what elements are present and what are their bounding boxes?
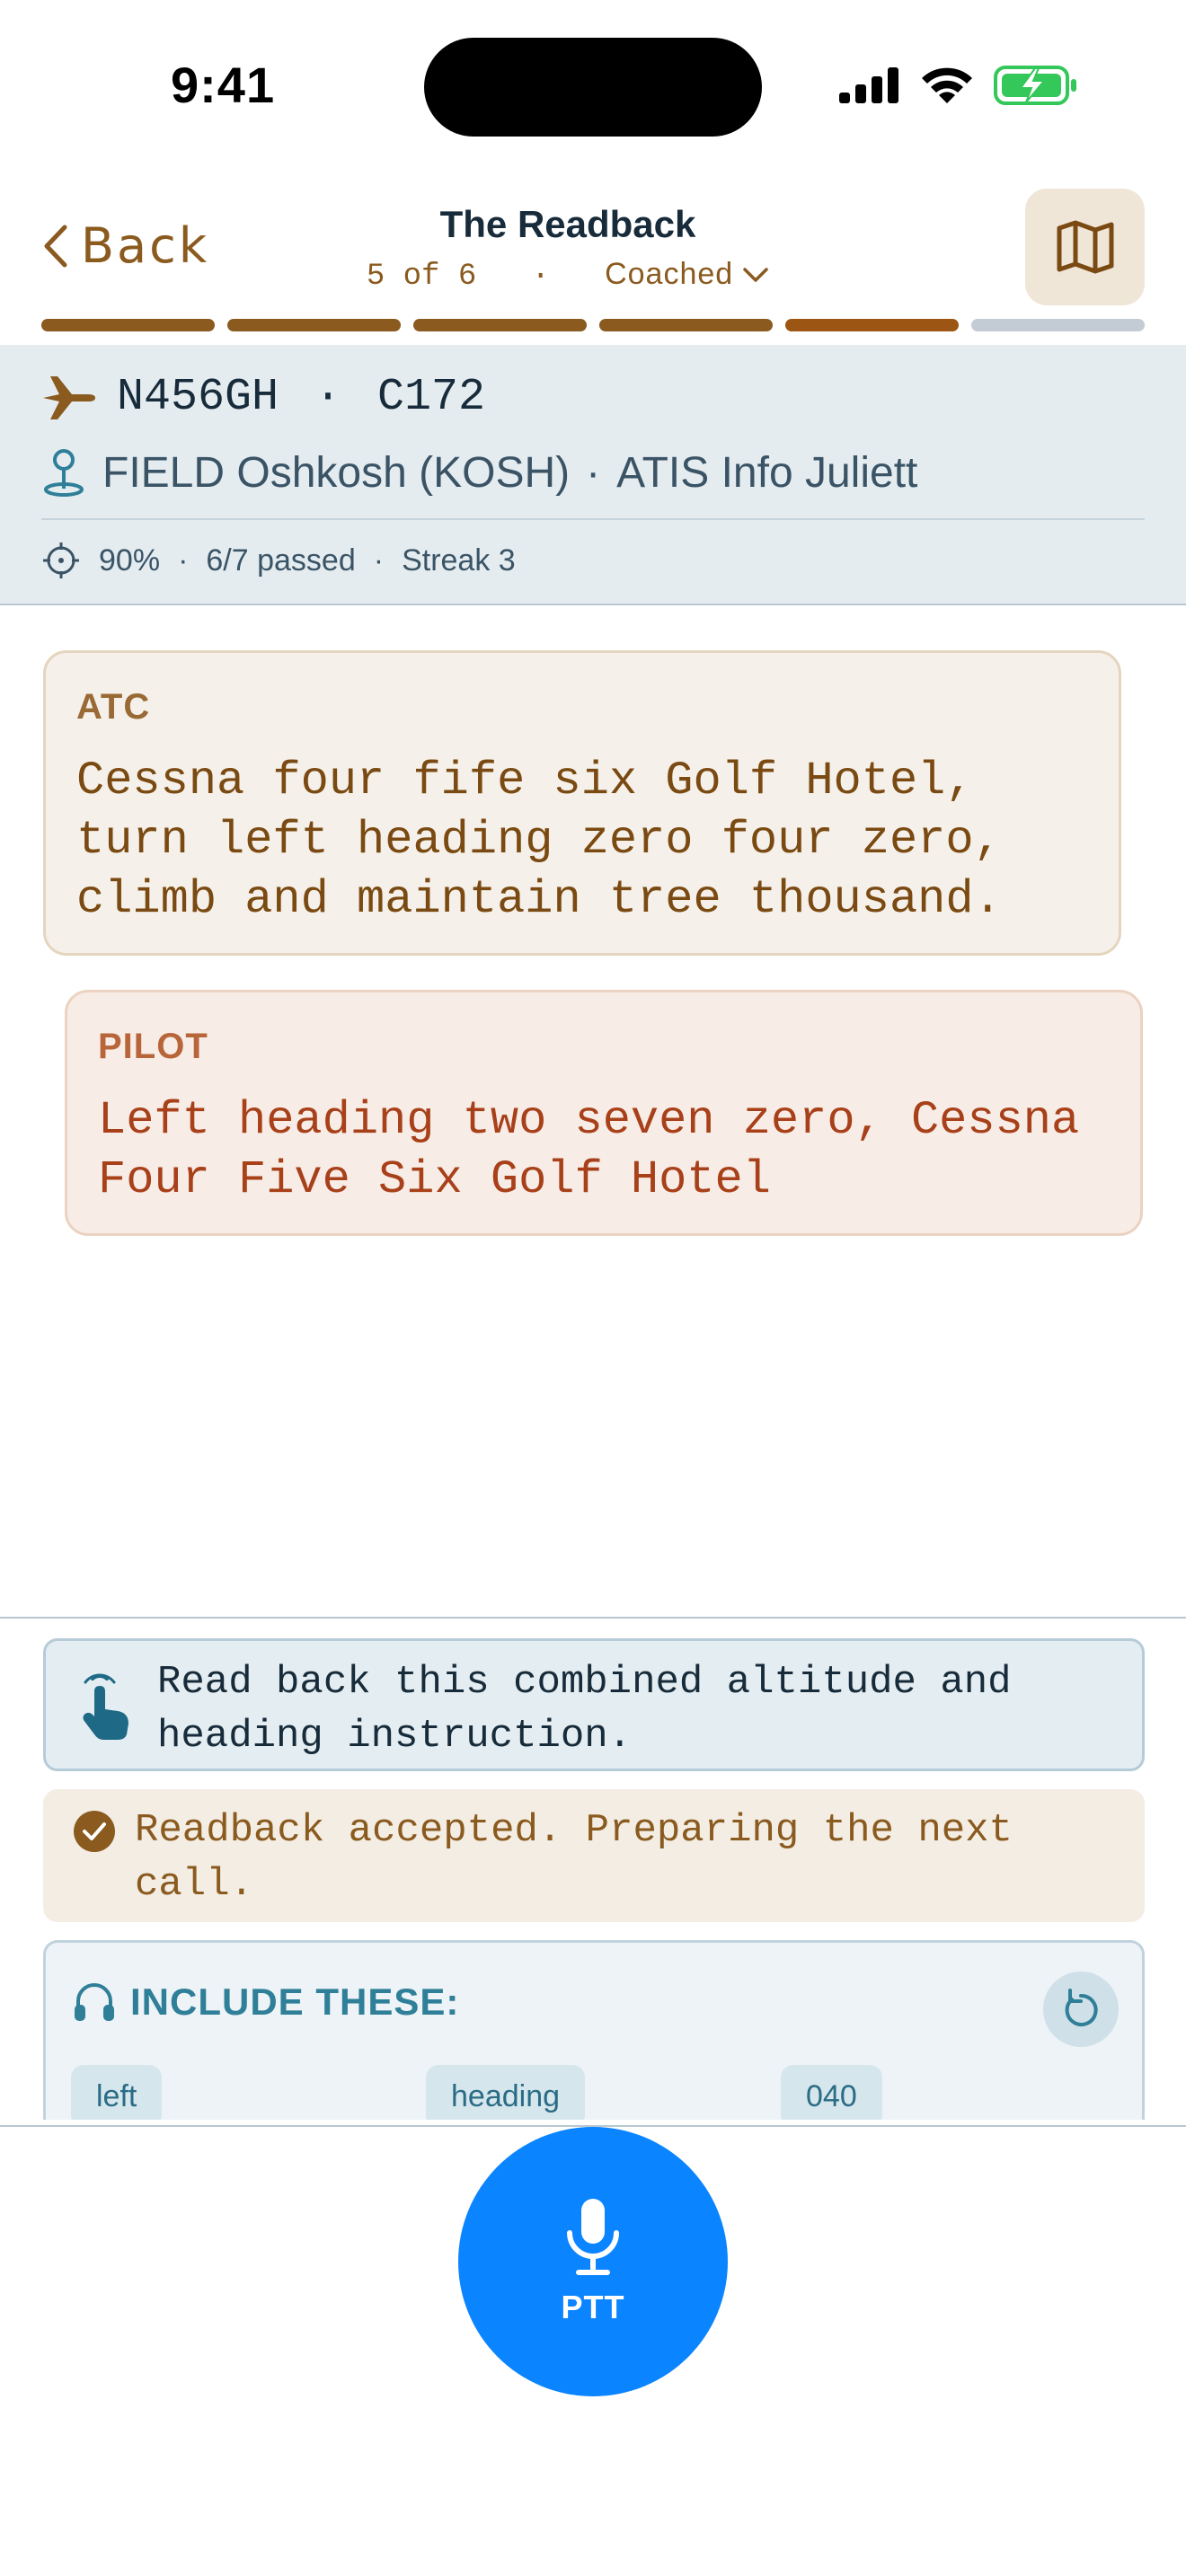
instruction-hint: Read back this combined altitude and hea… (43, 1638, 1145, 1771)
wifi-icon (922, 67, 972, 103)
headphones-icon (75, 1983, 114, 2021)
refresh-icon (1065, 1989, 1098, 2026)
progress-segment-2 (227, 319, 401, 331)
readback-feedback: Readback accepted. Preparing the next ca… (43, 1789, 1145, 1922)
airplane-icon (43, 375, 95, 419)
passed-stat: 6/7 passed (206, 543, 356, 578)
page-title: The Readback (439, 203, 696, 245)
progress-segment-3 (413, 319, 587, 331)
dynamic-island (424, 38, 762, 137)
step-count: 5 of 6 (366, 260, 477, 294)
atis-info: ATIS Info Juliett (616, 448, 918, 497)
progress-segment-5 (785, 319, 959, 331)
feedback-text: Readback accepted. Preparing the next ca… (135, 1808, 1013, 1907)
stat-separator: · (373, 543, 385, 578)
accuracy-stat: 90% (99, 543, 161, 578)
atc-message-text: Cessna four fife six Golf Hotel, turn le… (76, 754, 1002, 926)
callsign: N456GH (117, 372, 279, 423)
tap-hand-icon (83, 1673, 128, 1740)
battery-charging-icon (994, 66, 1076, 105)
panel-divider (0, 1617, 1186, 1619)
push-to-talk-button[interactable]: PTT (458, 2127, 728, 2396)
step-separator: · (531, 260, 550, 294)
status-bar: 9:41 (0, 0, 1186, 171)
location-pin-icon (44, 449, 84, 497)
pilot-message-text: Left heading two seven zero, Cessna Four… (98, 1094, 1080, 1206)
ptt-label: PTT (561, 2289, 625, 2325)
field-separator: · (586, 448, 601, 497)
checkmark-circle-icon (74, 1811, 115, 1852)
flight-info-panel: N456GH · C172 FIELD Oshkosh (KOSH) · ATI… (0, 345, 1186, 605)
keyword-chip: left (71, 2065, 163, 2120)
map-button[interactable] (1025, 189, 1145, 305)
mode-dropdown[interactable]: Coached (605, 257, 769, 292)
field-name: FIELD Oshkosh (KOSH) (102, 448, 571, 497)
crosshair-icon (43, 543, 79, 578)
atc-message-bubble: ATC Cessna four fife six Golf Hotel, tur… (43, 650, 1121, 956)
hint-text: Read back this combined altitude and hea… (157, 1660, 1012, 1759)
keyword-chip: 040 (781, 2065, 882, 2120)
chevron-down-icon (743, 267, 768, 282)
callsign-separator: · (314, 372, 342, 423)
nav-header: Back The Readback 5 of 6 · Coached (0, 171, 1186, 314)
field-row: FIELD Oshkosh (KOSH) · ATIS Info Juliett (41, 447, 917, 498)
aircraft-row: N456GH · C172 (41, 372, 485, 423)
atc-speaker-label: ATC (76, 687, 151, 727)
progress-segment-1 (41, 319, 215, 331)
streak-stat: Streak 3 (402, 543, 516, 578)
pilot-speaker-label: PILOT (98, 1027, 208, 1066)
mode-label: Coached (605, 257, 734, 291)
cellular-signal-icon (839, 67, 898, 103)
keyword-chip: heading (426, 2065, 586, 2120)
status-icons (839, 65, 1078, 106)
progress-segment-6 (971, 319, 1145, 331)
include-checklist: INCLUDE THESE: left heading 040 (43, 1940, 1145, 2120)
map-icon (1057, 220, 1113, 274)
stats-row: 90% · 6/7 passed · Streak 3 (41, 541, 516, 580)
microphone-icon (567, 2199, 619, 2275)
include-title: INCLUDE THESE: (130, 1981, 460, 2023)
pilot-message-bubble: PILOT Left heading two seven zero, Cessn… (65, 990, 1143, 1236)
include-header: INCLUDE THESE: (73, 1981, 459, 2024)
lesson-progress-bar (41, 319, 1145, 331)
step-indicator: 5 of 6 · Coached (0, 257, 1136, 294)
status-time: 9:41 (171, 57, 276, 113)
stat-separator: · (178, 543, 189, 578)
reset-button[interactable] (1043, 1972, 1119, 2047)
aircraft-type: C172 (377, 372, 486, 423)
progress-segment-4 (599, 319, 773, 331)
info-divider (41, 518, 1145, 520)
